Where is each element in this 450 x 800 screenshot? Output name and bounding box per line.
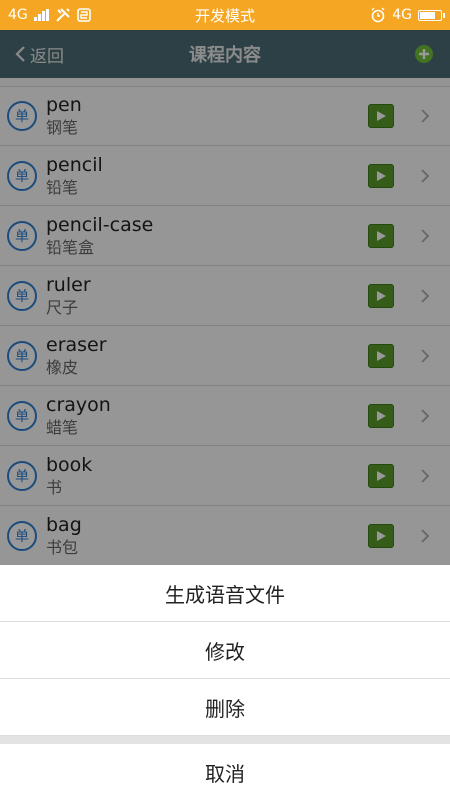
status-left: 4G bbox=[8, 7, 138, 23]
title-bar-dim-overlay bbox=[0, 30, 450, 78]
app-notification-icon bbox=[76, 8, 91, 22]
alarm-icon bbox=[371, 7, 385, 23]
cancel-button[interactable]: 取消 bbox=[0, 744, 450, 800]
tools-icon bbox=[56, 8, 70, 22]
delete-button[interactable]: 删除 bbox=[0, 679, 450, 736]
action-sheet: 生成语音文件 修改 删除 取消 bbox=[0, 565, 450, 800]
edit-button[interactable]: 修改 bbox=[0, 622, 450, 679]
status-title: 开发模式 bbox=[194, 6, 255, 25]
signal-icon bbox=[33, 9, 49, 21]
battery-icon bbox=[418, 9, 445, 21]
generate-audio-button[interactable]: 生成语音文件 bbox=[0, 565, 450, 622]
dim-overlay[interactable] bbox=[0, 78, 450, 565]
sheet-divider bbox=[0, 736, 450, 744]
network-type-left: 4G bbox=[8, 7, 28, 23]
status-right: 4G bbox=[312, 7, 445, 23]
status-bar: 4G 开发模式 4G bbox=[0, 0, 450, 30]
network-type-right: 4G bbox=[392, 7, 412, 23]
